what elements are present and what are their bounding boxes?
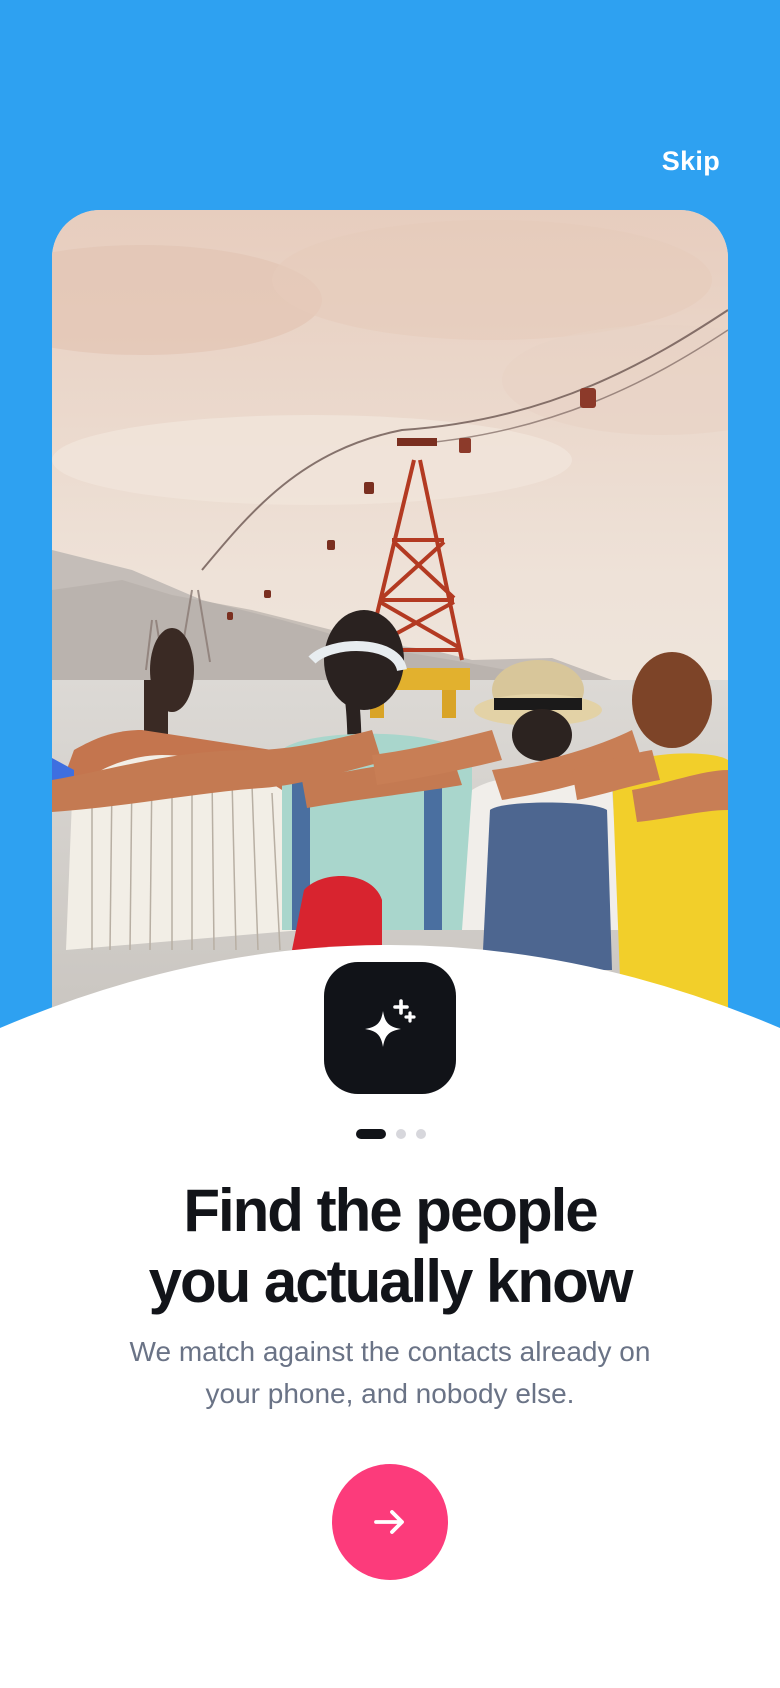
- hero-photo: [52, 210, 728, 1030]
- pagination-dot[interactable]: [416, 1129, 426, 1139]
- title-line-1: Find the people: [183, 1177, 598, 1244]
- arrow-right-icon: [374, 1510, 404, 1534]
- hero-photo-illustration: [52, 210, 728, 1030]
- feature-icon-tile: [324, 962, 456, 1094]
- page-title: Find the people you actually know: [60, 1175, 720, 1317]
- pagination-dots: [356, 1129, 436, 1141]
- subtitle-line-2: your phone, and nobody else.: [205, 1378, 575, 1409]
- pagination-dot-active[interactable]: [356, 1129, 386, 1139]
- sparkles-icon: [365, 999, 416, 1047]
- title-line-2: you actually know: [148, 1248, 634, 1315]
- next-button[interactable]: [332, 1464, 448, 1580]
- pagination-dot[interactable]: [396, 1129, 406, 1139]
- skip-button[interactable]: Skip: [662, 146, 720, 177]
- onboarding-screen: Skip Find the people you actually know W…: [0, 0, 780, 1688]
- page-subtitle: We match against the contacts already on…: [78, 1331, 702, 1415]
- subtitle-line-1: We match against the contacts already on: [129, 1336, 651, 1367]
